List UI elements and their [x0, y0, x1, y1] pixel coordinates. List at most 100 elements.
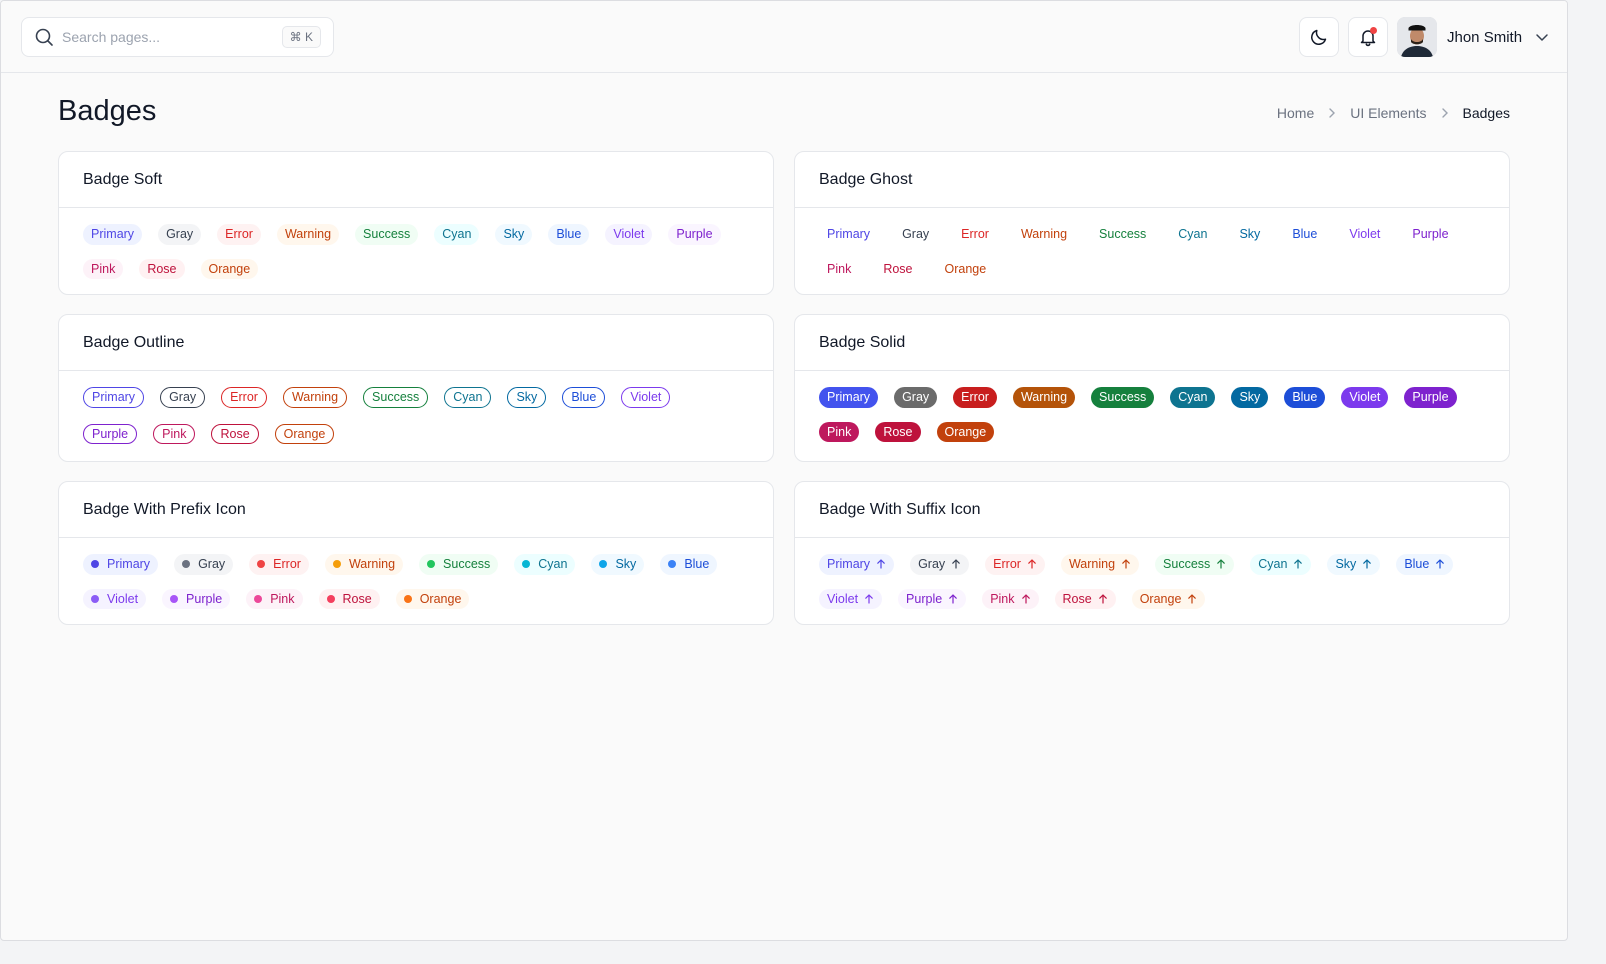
badge-label: Violet — [107, 591, 139, 606]
badge-label: Warning — [291, 390, 339, 404]
badge-label: Gray — [902, 390, 930, 404]
badge-soft-purple: Purple — [668, 224, 721, 245]
badge-ghost-blue: Blue — [1284, 224, 1325, 245]
dot-icon — [182, 560, 191, 569]
badge-ghost-pink: Pink — [819, 259, 859, 280]
chevron-down-icon — [1536, 34, 1548, 41]
badge-solid-gray: Gray — [894, 387, 938, 408]
badge-list: Primary Gray Error Warning Success Cyan Sky Blu… — [795, 371, 1509, 462]
badge-outline-gray: Gray — [160, 387, 206, 408]
badge-label: Rose — [883, 424, 913, 439]
badge-soft-error: Error — [217, 224, 261, 245]
search-input[interactable]: Search pages... ⌘ K — [21, 17, 334, 57]
badge-soft-pink: Pink — [83, 258, 124, 279]
dot-icon — [403, 594, 412, 603]
card-title: Badge With Prefix Icon — [59, 482, 773, 538]
badge-prefix-blue: Blue — [660, 554, 718, 575]
badge-soft-success: Success — [355, 224, 419, 245]
arrow-up-icon — [1363, 559, 1372, 569]
badge-label: Rose — [342, 591, 372, 606]
badge-label: Pink — [827, 424, 852, 439]
breadcrumb-ui-elements[interactable]: UI Elements — [1350, 105, 1426, 121]
breadcrumb-home[interactable]: Home — [1277, 105, 1314, 121]
top-bar: Search pages... ⌘ K Jhon Smith — [1, 1, 1567, 73]
badge-label: Blue — [556, 227, 582, 241]
chevron-right-icon — [1329, 108, 1336, 118]
badge-label: Purple — [906, 591, 943, 606]
badge-label: Violet — [1349, 390, 1381, 404]
badge-list: Primary Gray Error Warning Success Cyan Sky Blu… — [59, 538, 773, 629]
badge-suffix-purple: Purple — [898, 588, 967, 609]
badge-ghost-sky: Sky — [1231, 224, 1268, 245]
badge-label: Violet — [1349, 227, 1381, 241]
arrow-up-icon — [1188, 594, 1197, 604]
badge-suffix-blue: Blue — [1396, 554, 1454, 575]
badge-label: Success — [1099, 390, 1147, 404]
badge-label: Pink — [827, 261, 852, 276]
badge-ghost-orange: Orange — [937, 259, 995, 280]
dot-icon — [522, 560, 531, 569]
badge-label: Sky — [516, 390, 538, 404]
card-title: Badge Solid — [795, 315, 1509, 371]
dot-icon — [599, 560, 608, 569]
breadcrumb: Home UI Elements Badges — [1277, 105, 1510, 121]
dot-icon — [257, 560, 266, 569]
arrow-up-icon — [949, 594, 957, 604]
badge-label: Success — [1099, 227, 1147, 241]
badge-ghost-success: Success — [1091, 224, 1154, 245]
badge-label: Error — [230, 390, 258, 404]
badge-soft-cyan: Cyan — [434, 224, 480, 245]
arrow-up-icon — [1098, 594, 1107, 604]
badge-label: Primary — [827, 390, 871, 404]
badge-label: Pink — [270, 591, 295, 606]
badge-label: Gray — [166, 227, 194, 241]
badge-list: Primary Gray Error Warning Success Cyan Sky Blu… — [59, 371, 773, 466]
badge-soft-sky: Sky — [495, 224, 533, 245]
badge-label: Sky — [503, 227, 525, 241]
badge-outline-blue: Blue — [562, 387, 606, 408]
badge-soft-primary: Primary — [83, 224, 143, 245]
badge-prefix-error: Error — [249, 554, 309, 575]
arrow-up-icon — [865, 594, 873, 604]
badge-prefix-purple: Purple — [162, 588, 231, 609]
dot-icon — [91, 560, 99, 569]
badge-label: Rose — [883, 261, 913, 276]
badge-outline-rose: Rose — [211, 423, 259, 444]
badge-label: Blue — [1404, 557, 1430, 571]
badge-label: Success — [363, 227, 411, 241]
moon-icon — [1311, 29, 1327, 45]
badge-suffix-rose: Rose — [1054, 588, 1116, 609]
badge-ghost-gray: Gray — [894, 224, 937, 245]
badge-outline-success: Success — [363, 387, 429, 408]
badge-solid-warning: Warning — [1012, 387, 1076, 408]
page-title: Badges — [58, 95, 157, 127]
badge-ghost-rose: Rose — [875, 259, 920, 280]
search-placeholder: Search pages... — [62, 29, 161, 45]
badge-ghost-primary: Primary — [819, 224, 878, 245]
badge-prefix-violet: Violet — [83, 588, 147, 609]
badge-label: Gray — [918, 557, 946, 571]
notifications-button[interactable] — [1348, 17, 1388, 57]
badge-label: Cyan — [1258, 557, 1288, 571]
badge-ghost-error: Error — [953, 224, 997, 245]
chevron-right-icon — [1441, 108, 1448, 118]
user-menu[interactable]: Jhon Smith — [1397, 17, 1550, 57]
dot-icon — [170, 594, 179, 603]
badge-solid-pink: Pink — [819, 421, 860, 442]
badge-label: Warning — [1020, 390, 1068, 404]
badge-label: Cyan — [538, 557, 568, 571]
badge-label: Blue — [1292, 227, 1318, 241]
badge-solid-success: Success — [1091, 387, 1155, 408]
badge-label: Orange — [944, 424, 987, 439]
card-badge-suffix-icon: Badge With Suffix Icon Primary Gray Error W… — [794, 481, 1510, 625]
app-window: Search pages... ⌘ K Jhon Smith Badges Ho… — [0, 0, 1568, 941]
badge-suffix-orange: Orange — [1131, 588, 1206, 609]
theme-toggle-button[interactable] — [1299, 17, 1339, 57]
card-badge-solid: Badge Solid Primary Gray Error Warning Succe… — [794, 314, 1510, 462]
badge-outline-pink: Pink — [153, 423, 196, 444]
badge-ghost-violet: Violet — [1341, 224, 1388, 245]
arrow-up-icon — [1122, 559, 1130, 569]
badge-label: Violet — [827, 591, 859, 606]
badge-label: Orange — [944, 261, 987, 276]
badge-label: Orange — [1139, 591, 1182, 606]
